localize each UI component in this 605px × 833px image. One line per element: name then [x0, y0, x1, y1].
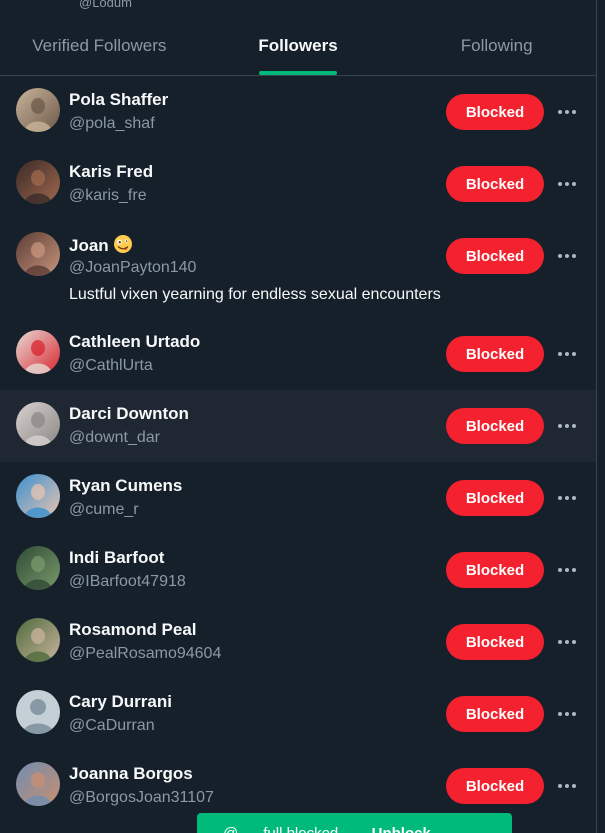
list-item[interactable]: Cary Durrani @CaDurran Blocked	[0, 678, 596, 750]
blocked-button[interactable]: Blocked	[446, 624, 544, 660]
list-item[interactable]: Indi Barfoot @IBarfoot47918 Blocked	[0, 534, 596, 606]
tab-label: Verified Followers	[32, 35, 167, 55]
user-handle[interactable]: @karis_fre	[69, 187, 147, 205]
more-options-icon[interactable]	[556, 344, 578, 364]
blocked-button[interactable]: Blocked	[446, 768, 544, 804]
user-name-text: Karis Fred	[69, 162, 154, 181]
avatar[interactable]	[16, 160, 60, 204]
more-options-icon[interactable]	[556, 704, 578, 724]
tab-following[interactable]: Following	[397, 16, 596, 75]
more-options-icon[interactable]	[556, 776, 578, 796]
avatar[interactable]	[16, 690, 60, 734]
blocked-button[interactable]: Blocked	[446, 166, 544, 202]
avatar[interactable]	[16, 330, 60, 374]
user-name[interactable]: Pola Shaffer	[69, 90, 168, 110]
tab-verified-followers[interactable]: Verified Followers	[0, 16, 199, 75]
user-name[interactable]: Cathleen Urtado	[69, 332, 200, 352]
avatar[interactable]	[16, 762, 60, 806]
zany-face-emoji-icon	[113, 234, 133, 254]
profile-handle: @Lodum	[79, 0, 132, 10]
toast-action[interactable]: Unblock ...	[372, 825, 448, 833]
toast-text: @......full blocked ......	[223, 825, 367, 833]
user-handle[interactable]: @pola_shaf	[69, 115, 155, 133]
more-options-icon[interactable]	[556, 102, 578, 122]
list-item[interactable]: Karis Fred @karis_fre Blocked	[0, 148, 596, 220]
user-name-text: Rosamond Peal	[69, 620, 197, 639]
tab-followers[interactable]: Followers	[199, 16, 398, 75]
more-options-icon[interactable]	[556, 632, 578, 652]
avatar[interactable]	[16, 402, 60, 446]
user-handle[interactable]: @JoanPayton140	[69, 259, 196, 277]
user-bio: Lustful vixen yearning for endless sexua…	[69, 286, 441, 303]
followers-page: @Lodum Verified Followers Followers Foll…	[0, 0, 605, 833]
blocked-button[interactable]: Blocked	[446, 480, 544, 516]
list-item[interactable]: Joanna Borgos @BorgosJoan31107 Blocked	[0, 750, 596, 822]
list-item[interactable]: Darci Downton @downt_dar Blocked	[0, 390, 596, 462]
user-name[interactable]: Indi Barfoot	[69, 548, 164, 568]
user-name[interactable]: Ryan Cumens	[69, 476, 182, 496]
user-name-text: Indi Barfoot	[69, 548, 165, 567]
user-name-text: Joanna Borgos	[69, 764, 193, 783]
blocked-button[interactable]: Blocked	[446, 552, 544, 588]
list-item[interactable]: Cathleen Urtado @CathlUrta Blocked	[0, 318, 596, 390]
user-name-text: Ryan Cumens	[69, 476, 183, 495]
user-name-text: Joan	[69, 236, 109, 255]
blocked-button[interactable]: Blocked	[446, 238, 544, 274]
avatar[interactable]	[16, 618, 60, 662]
user-name[interactable]: Karis Fred	[69, 162, 153, 182]
user-handle[interactable]: @cume_r	[69, 501, 139, 519]
user-handle[interactable]: @IBarfoot47918	[69, 573, 186, 591]
user-handle[interactable]: @PealRosamo94604	[69, 645, 221, 663]
blocked-button[interactable]: Blocked	[446, 408, 544, 444]
toast-notification: @......full blocked ...... Unblock ...	[197, 813, 512, 833]
more-options-icon[interactable]	[556, 246, 578, 266]
user-handle[interactable]: @CathlUrta	[69, 357, 153, 375]
user-name-text: Darci Downton	[69, 404, 189, 423]
user-name-text: Cathleen Urtado	[69, 332, 201, 351]
tab-bar: Verified Followers Followers Following	[0, 16, 596, 76]
user-name[interactable]: Joanna Borgos	[69, 764, 193, 784]
blocked-button[interactable]: Blocked	[446, 94, 544, 130]
user-name-text: Pola Shaffer	[69, 90, 169, 109]
more-options-icon[interactable]	[556, 416, 578, 436]
followers-list: Pola Shaffer @pola_shaf Blocked Karis Fred @…	[0, 76, 596, 822]
more-options-icon[interactable]	[556, 560, 578, 580]
user-name[interactable]: Darci Downton	[69, 404, 189, 424]
more-options-icon[interactable]	[556, 174, 578, 194]
active-tab-indicator	[259, 71, 337, 75]
list-item[interactable]: Joan @JoanPayton140 Lustful vixen yearning…	[0, 220, 596, 318]
user-name[interactable]: Joan	[69, 234, 133, 256]
user-handle[interactable]: @CaDurran	[69, 717, 155, 735]
column-divider	[596, 0, 597, 833]
blocked-button[interactable]: Blocked	[446, 696, 544, 732]
user-handle[interactable]: @downt_dar	[69, 429, 160, 447]
avatar[interactable]	[16, 232, 60, 276]
tab-label: Following	[460, 35, 533, 55]
list-item[interactable]: Pola Shaffer @pola_shaf Blocked	[0, 76, 596, 148]
user-handle[interactable]: @BorgosJoan31107	[69, 789, 214, 807]
avatar[interactable]	[16, 474, 60, 518]
blocked-button[interactable]: Blocked	[446, 336, 544, 372]
more-options-icon[interactable]	[556, 488, 578, 508]
user-name[interactable]: Rosamond Peal	[69, 620, 197, 640]
user-name[interactable]: Cary Durrani	[69, 692, 172, 712]
list-item[interactable]: Rosamond Peal @PealRosamo94604 Blocked	[0, 606, 596, 678]
tab-label: Followers	[258, 35, 338, 55]
avatar[interactable]	[16, 88, 60, 132]
user-name-text: Cary Durrani	[69, 692, 172, 711]
list-item[interactable]: Ryan Cumens @cume_r Blocked	[0, 462, 596, 534]
avatar[interactable]	[16, 546, 60, 590]
